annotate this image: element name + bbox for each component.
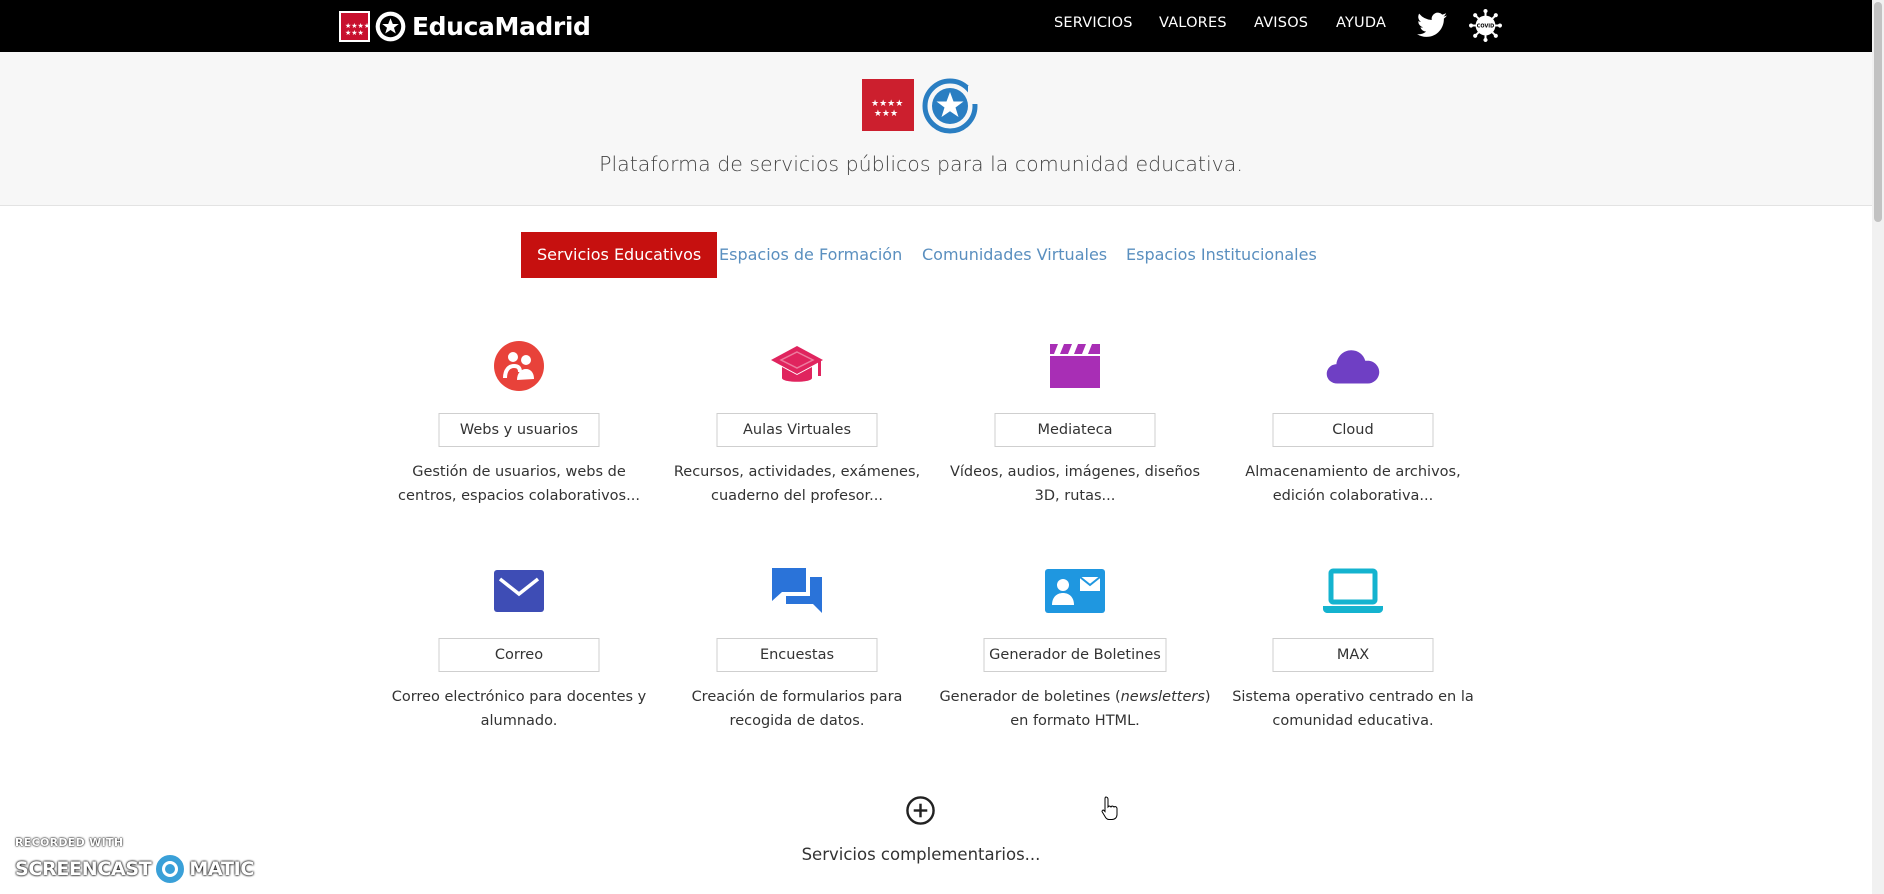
brand-name: EducaMadrid <box>412 11 591 41</box>
webs-usuarios-button[interactable]: Webs y usuarios <box>438 413 600 447</box>
cloud-description: Almacenamiento de archivos, edición cola… <box>1214 460 1492 508</box>
webs-usuarios-description: Gestión de usuarios, webs de centros, es… <box>380 460 658 508</box>
cloud-button[interactable]: Cloud <box>1272 413 1434 447</box>
educamadrid-star-logo-icon <box>922 78 980 134</box>
cloud-icon[interactable] <box>1325 340 1381 392</box>
plus-circle-icon[interactable] <box>905 795 936 826</box>
description-line: Almacenamiento de archivos, <box>1245 464 1461 480</box>
description-line: Vídeos, audios, imágenes, diseños <box>949 464 1201 480</box>
max-button[interactable]: MAX <box>1272 638 1434 672</box>
svg-text:COVID: COVID <box>1477 24 1494 30</box>
description-line: Recursos, actividades, exámenes, <box>673 464 921 480</box>
description-line: Creación de formularios para <box>691 689 903 705</box>
description-line: en formato HTML. <box>1010 713 1140 729</box>
vertical-scrollbar[interactable] <box>1872 0 1884 894</box>
description-emphasis: newsletters <box>1120 689 1205 705</box>
mediateca-description: Vídeos, audios, imágenes, diseños 3D, ru… <box>936 460 1214 508</box>
tab-espacios-institucionales[interactable]: Espacios Institucionales <box>1126 232 1317 278</box>
tab-comunidades-virtuales[interactable]: Comunidades Virtuales <box>922 232 1107 278</box>
description-line: recogida de datos. <box>729 713 865 729</box>
description-line: Gestión de usuarios, webs de <box>412 464 626 480</box>
page: ★★★★ ★★★ EducaMadrid SERVICIOS VALORES AV… <box>0 0 1884 894</box>
description-line: Correo electrónico para docentes y <box>391 689 647 705</box>
mediateca-button[interactable]: Mediateca <box>994 413 1156 447</box>
watermark-text: MATIC <box>189 858 255 880</box>
clapperboard-icon[interactable] <box>1047 340 1103 392</box>
correo-description: Correo electrónico para docentes y alumn… <box>380 685 658 733</box>
laptop-icon[interactable] <box>1322 565 1384 617</box>
top-navbar: ★★★★ ★★★ EducaMadrid SERVICIOS VALORES AV… <box>0 0 1872 52</box>
category-tabs: Servicios Educativos Espacios de Formaci… <box>0 232 1842 278</box>
nav-ayuda[interactable]: AYUDA <box>1336 15 1386 31</box>
encuestas-description: Creación de formularios para recogida de… <box>658 685 936 733</box>
description-text: Generador de boletines ( <box>939 689 1121 705</box>
madrid-flag-icon: ★★★★ ★★★ <box>339 10 370 42</box>
screencast-logo-icon <box>154 853 187 885</box>
description-line: alumnado. <box>480 713 558 729</box>
servicios-complementarios-link[interactable]: Servicios complementarios... <box>0 845 1842 864</box>
encuestas-button[interactable]: Encuestas <box>716 638 878 672</box>
tab-espacios-formacion[interactable]: Espacios de Formación <box>719 232 902 278</box>
graduation-cap-icon[interactable] <box>769 340 825 392</box>
description-line: 3D, rutas... <box>1034 488 1116 504</box>
hero-tagline: Plataforma de servicios públicos para la… <box>599 152 1243 176</box>
nav-valores[interactable]: VALORES <box>1159 15 1227 31</box>
description-text: ) <box>1204 689 1211 705</box>
hero-banner: ★★★★ ★★★ Plataforma de servicios público… <box>0 52 1872 206</box>
watermark-line1: RECORDED WITH <box>15 836 124 849</box>
generador-boletines-description: Generador de boletines (newsletters) en … <box>936 685 1214 733</box>
madrid-flag-icon: ★★★★ ★★★ <box>862 79 914 131</box>
chat-bubbles-icon[interactable] <box>769 565 825 617</box>
description-line: edición colaborativa... <box>1272 488 1434 504</box>
description-line: Generador de boletines (newsletters) <box>936 685 1214 709</box>
watermark-text: SCREENCAST <box>15 858 152 880</box>
brand-logo-link[interactable]: ★★★★ ★★★ EducaMadrid <box>339 9 591 43</box>
contact-card-icon[interactable] <box>1044 565 1106 617</box>
correo-button[interactable]: Correo <box>438 638 600 672</box>
description-line: comunidad educativa. <box>1272 713 1434 729</box>
nav-avisos[interactable]: AVISOS <box>1254 15 1308 31</box>
screencast-watermark: RECORDED WITH SCREENCAST MATIC <box>15 836 254 886</box>
generador-boletines-button[interactable]: Generador de Boletines <box>983 638 1167 672</box>
covid-icon[interactable]: COVID <box>1469 9 1502 42</box>
watermark-line2: SCREENCAST MATIC <box>15 852 254 886</box>
max-description: Sistema operativo centrado en la comunid… <box>1214 685 1492 733</box>
users-web-icon[interactable] <box>491 340 547 392</box>
twitter-icon[interactable] <box>1417 12 1447 38</box>
description-line: cuaderno del profesor... <box>711 488 883 504</box>
aulas-virtuales-button[interactable]: Aulas Virtuales <box>716 413 878 447</box>
aulas-virtuales-description: Recursos, actividades, exámenes, cuadern… <box>658 460 936 508</box>
description-line: centros, espacios colaborativos... <box>398 488 640 504</box>
educamadrid-star-logo-icon <box>375 11 406 41</box>
scrollbar-thumb[interactable] <box>1874 2 1882 222</box>
tab-servicios-educativos[interactable]: Servicios Educativos <box>521 232 718 278</box>
mail-icon[interactable] <box>491 565 547 617</box>
hand-cursor-icon <box>1101 796 1118 820</box>
nav-servicios[interactable]: SERVICIOS <box>1054 15 1133 31</box>
description-line: Sistema operativo centrado en la <box>1232 689 1474 705</box>
